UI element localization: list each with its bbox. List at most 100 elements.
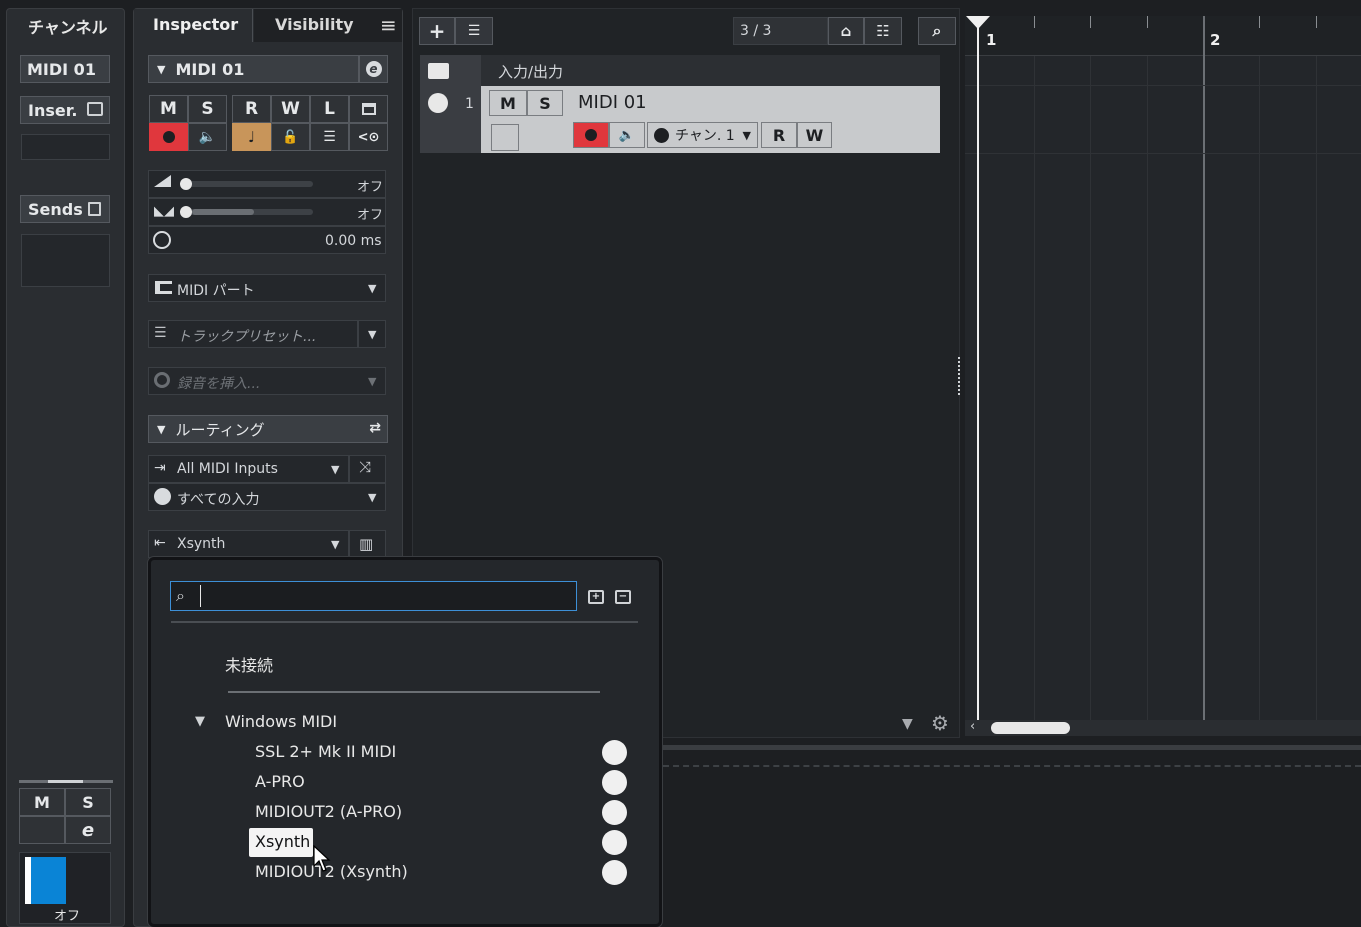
edit-channel-icon: e [365, 61, 382, 77]
track-record-button[interactable] [573, 122, 609, 148]
inspector-edit-button[interactable]: e [359, 55, 388, 83]
inspector-timebase-button[interactable]: ♩ [232, 123, 271, 151]
track-list-settings-icon[interactable]: ⚙ [931, 711, 949, 735]
midi-track-type-icon [428, 93, 448, 113]
search-tracks-button[interactable]: ⌕ [918, 17, 956, 45]
channel-empty-button[interactable] [19, 816, 65, 844]
ruler-mark-1: 1 [986, 31, 997, 49]
channel-divider-grip[interactable] [48, 780, 83, 783]
ruler-tick [1259, 16, 1260, 28]
add-track-button[interactable]: + [419, 17, 455, 45]
list-view-icon: ☷ [876, 22, 890, 40]
midi-track-number: 1 [465, 96, 474, 112]
lower-zone-dashed-line [663, 765, 1361, 767]
channel-solo-button[interactable]: S [65, 788, 111, 816]
record-insert-icon [154, 372, 170, 388]
inspector-mute-button[interactable]: M [149, 95, 188, 123]
inserts-slot[interactable] [21, 134, 110, 160]
ruler-tick [1147, 16, 1148, 28]
sends-slot[interactable] [21, 234, 110, 287]
list-icon: ☰ [323, 129, 336, 145]
port-option-apro[interactable]: A-PRO [255, 772, 305, 791]
inspector-record-button[interactable] [149, 123, 188, 151]
track-channel-label: チャン. 1 [675, 128, 735, 144]
inspector-monitor-button[interactable]: 🔈 [188, 123, 227, 151]
inserts-icon [87, 102, 103, 116]
part-dropdown-arrow-icon: ▼ [368, 282, 377, 295]
track-count: 3 / 3 [740, 23, 772, 39]
home-view-button[interactable]: ⌂ [828, 17, 864, 45]
inspector-write-button[interactable]: W [271, 95, 310, 123]
folder-track-label: 入力/出力 [498, 63, 564, 81]
inspector-read-button[interactable]: R [232, 95, 271, 123]
playhead-line [977, 26, 979, 720]
midi-input-label: All MIDI Inputs [177, 461, 278, 477]
volume-slider[interactable] [181, 181, 313, 187]
channel-mute-button[interactable]: M [19, 788, 65, 816]
pan-value: オフ [357, 208, 384, 223]
event-display[interactable] [965, 16, 1361, 720]
track-mute-button[interactable]: M [489, 90, 527, 116]
expand-all-button[interactable]: + [583, 583, 609, 610]
pan-icon: ◣◢ [154, 204, 174, 219]
inspector-tab-label: Inspector [153, 15, 239, 34]
scrollbar-thumb[interactable] [991, 722, 1070, 734]
input-channel-label: すべての入力 [177, 492, 260, 508]
track-channel-arrow-icon: ▼ [742, 129, 751, 142]
splitter-handle[interactable] [958, 357, 962, 395]
windows-midi-group[interactable]: Windows MIDI [225, 712, 337, 731]
track-monitor-button[interactable]: 🔈 [609, 122, 645, 148]
preset-placeholder: トラックプリセット... [177, 329, 317, 345]
ruler-bar-line-2 [1203, 16, 1205, 720]
inspector-lock-button[interactable]: L [310, 95, 349, 123]
track-write-button[interactable]: W [797, 122, 832, 148]
disconnected-option[interactable]: 未接続 [225, 652, 273, 676]
collapse-all-button[interactable]: − [610, 583, 636, 610]
menu-icon[interactable]: ≡ [380, 13, 397, 37]
scroll-left-icon[interactable]: ‹ [970, 719, 975, 734]
track-read-button[interactable]: R [761, 122, 797, 148]
inspector-lane-button[interactable] [349, 95, 388, 123]
inspector-track-header[interactable]: ▼ MIDI 01 [148, 55, 359, 83]
track-channel-selector[interactable]: チャン. 1 ▼ [647, 122, 758, 148]
inspector-unlock-button[interactable]: 🔓 [271, 123, 310, 151]
track-color-swatch[interactable] [491, 124, 519, 151]
inspector-return-button[interactable]: <⊙ [349, 123, 388, 151]
popup-search-input[interactable] [200, 585, 570, 607]
track-preset-icon: ☰ [467, 23, 481, 39]
ruler[interactable] [965, 16, 1361, 56]
playhead-marker-icon[interactable] [966, 16, 990, 29]
volume-icon [154, 175, 171, 187]
track-preset-button[interactable]: ☰ [455, 17, 493, 45]
inserts-button[interactable]: Inser. [20, 96, 110, 124]
volume-slider-handle[interactable] [180, 178, 192, 190]
preset-icon: ☰ [154, 325, 167, 341]
sends-button[interactable]: Sends [20, 195, 110, 223]
list-view-button[interactable]: ☷ [864, 17, 902, 45]
track-channel-icon [654, 127, 669, 143]
input-icon: ⇥ [154, 460, 166, 476]
routing-header[interactable]: ▼ ルーティング ⇄ [148, 415, 388, 443]
group-collapse-icon[interactable]: ▼ [195, 714, 205, 729]
speaker-icon: 🔈 [198, 129, 217, 145]
disconnected-divider [228, 691, 600, 693]
track-solo-button[interactable]: S [527, 90, 563, 116]
track-list-options-icon[interactable]: ▼ [902, 716, 913, 732]
midi-track-name[interactable]: MIDI 01 [578, 92, 647, 113]
inspector-solo-button[interactable]: S [188, 95, 227, 123]
channel-track-name[interactable]: MIDI 01 [20, 55, 110, 83]
routing-header-label: ルーティング [175, 420, 265, 439]
channel-fader-meter [25, 857, 66, 904]
pan-slider-handle[interactable] [180, 206, 192, 218]
port-option-ssl[interactable]: SSL 2+ Mk II MIDI [255, 742, 396, 761]
search-icon: ⌕ [932, 21, 942, 40]
midi-port-icon [602, 740, 627, 765]
ruler-mark-2: 2 [1210, 31, 1221, 49]
port-option-midiout2-apro[interactable]: MIDIOUT2 (A-PRO) [255, 802, 402, 821]
channel-edit-button[interactable]: e [65, 816, 111, 844]
ruler-tick [1034, 16, 1035, 28]
port-option-xsynth[interactable]: Xsynth [255, 832, 310, 851]
visibility-tab-label: Visibility [275, 15, 354, 34]
inspector-list-button[interactable]: ☰ [310, 123, 349, 151]
pan-slider-fill [192, 209, 254, 215]
